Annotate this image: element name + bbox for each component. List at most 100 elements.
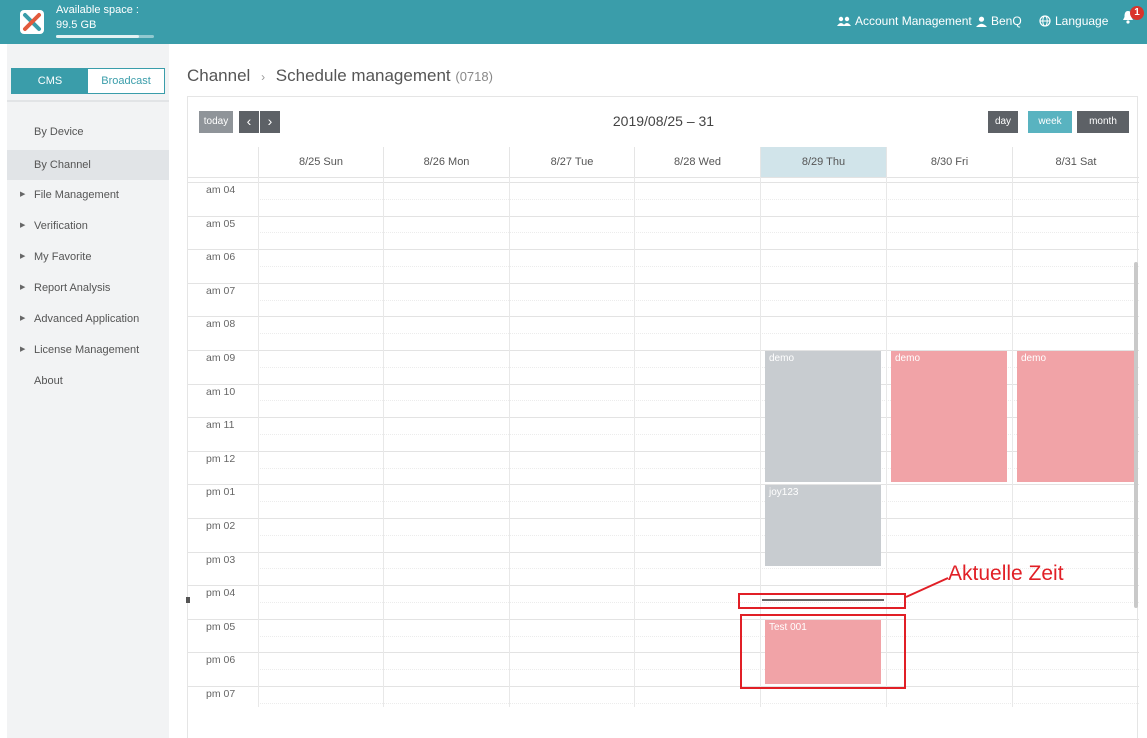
user-icon	[976, 16, 987, 27]
sidebar-item-label: Verification	[34, 220, 88, 232]
calendar-event[interactable]: demo	[1017, 351, 1134, 483]
channel-code: (0718)	[455, 69, 493, 84]
hour-label: pm 12	[206, 452, 236, 465]
half-hour-line	[258, 198, 1139, 200]
caret-right-icon: ▶	[20, 253, 26, 260]
hour-line	[188, 518, 1139, 519]
day-column-line	[1012, 177, 1013, 707]
hour-label: am 08	[206, 318, 236, 331]
hour-label: am 05	[206, 217, 236, 230]
space-usage-bar	[56, 35, 154, 38]
day-header: 8/26 Mon	[383, 147, 509, 177]
hour-label: pm 05	[206, 620, 236, 633]
half-hour-line	[258, 333, 1139, 335]
grid-line	[188, 177, 1139, 178]
hour-label: pm 06	[206, 654, 236, 667]
calendar-event[interactable]: demo	[891, 351, 1007, 483]
day-column-line	[509, 177, 510, 707]
top-bar: Available space : 99.5 GB Account Manage…	[0, 0, 1147, 44]
caret-right-icon: ▶	[20, 315, 26, 322]
calendar: today ‹ › 2019/08/25 – 31 day week month…	[187, 96, 1139, 738]
hour-line	[188, 215, 1139, 217]
sidebar-item-label: My Favorite	[34, 251, 92, 263]
half-hour-line	[258, 669, 1139, 671]
hour-label: pm 07	[206, 688, 236, 700]
user-menu[interactable]: BenQ	[976, 14, 1022, 28]
sidebar-item-by-channel[interactable]: By Channel	[7, 150, 169, 180]
half-hour-line	[258, 299, 1139, 301]
hour-label: pm 04	[206, 587, 236, 600]
account-management-label: Account Management	[855, 14, 972, 28]
sidebar-item-by-device[interactable]: By Device	[7, 117, 169, 147]
day-header: 8/25 Sun	[258, 147, 383, 177]
sidebar: CMS Broadcast By Device By Channel ▶ Fil…	[7, 44, 169, 738]
half-hour-line	[258, 232, 1139, 234]
language-label: Language	[1055, 14, 1109, 28]
hour-line	[188, 618, 1139, 620]
scroll-position-marker	[186, 597, 190, 603]
hour-label: pm 01	[206, 486, 236, 499]
sidebar-item-advanced-application[interactable]: ▶ Advanced Application	[7, 304, 169, 334]
day-header: 8/30 Fri	[886, 147, 1012, 177]
view-week-button[interactable]: week	[1028, 111, 1072, 133]
hour-label: am 04	[206, 184, 236, 196]
day-header: 8/28 Wed	[634, 147, 760, 177]
week-grid: 8/25 Sun 8/26 Mon 8/27 Tue 8/28 Wed 8/29 Thu…	[188, 147, 1147, 707]
caret-right-icon: ▶	[20, 191, 26, 198]
breadcrumb-parent[interactable]: Channel	[187, 66, 250, 85]
space-usage-fill	[56, 35, 140, 38]
calendar-event[interactable]: demo	[765, 351, 881, 483]
hour-line	[188, 551, 1139, 553]
sidebar-tabs: CMS Broadcast	[11, 68, 165, 94]
sidebar-item-verification[interactable]: ▶ Verification	[7, 211, 169, 241]
account-management-link[interactable]: Account Management	[837, 14, 972, 28]
day-header: 8/27 Tue	[509, 147, 634, 177]
view-month-button[interactable]: month	[1077, 111, 1129, 133]
day-column-line	[634, 177, 635, 707]
view-day-button[interactable]: day	[988, 111, 1018, 133]
caret-right-icon: ▶	[20, 284, 26, 291]
sidebar-item-report-analysis[interactable]: ▶ Report Analysis	[7, 273, 169, 303]
hour-line	[188, 316, 1139, 318]
sidebar-item-label: By Device	[34, 126, 84, 138]
hour-line	[188, 686, 1139, 687]
half-hour-line	[258, 266, 1139, 267]
language-menu[interactable]: Language	[1039, 14, 1108, 28]
sidebar-item-label: Advanced Application	[34, 313, 140, 325]
page-title: Schedule management	[275, 66, 451, 85]
half-hour-line	[258, 635, 1139, 637]
half-hour-line	[258, 602, 1139, 603]
user-name: BenQ	[991, 14, 1022, 28]
sidebar-item-label: File Management	[34, 189, 119, 201]
notification-badge: 1	[1130, 6, 1144, 20]
calendar-event[interactable]: joy123	[765, 485, 881, 567]
vertical-scrollbar[interactable]	[1134, 262, 1138, 608]
sidebar-item-label: About	[34, 375, 63, 387]
sidebar-divider	[7, 100, 169, 102]
tab-broadcast[interactable]: Broadcast	[88, 69, 164, 93]
hour-label: pm 03	[206, 553, 236, 566]
half-hour-line	[258, 534, 1139, 536]
day-column-line	[258, 177, 259, 707]
app-logo[interactable]	[20, 10, 44, 34]
caret-right-icon: ▶	[20, 346, 26, 353]
users-icon	[837, 16, 851, 26]
hour-line	[188, 652, 1139, 654]
logo-x-icon	[23, 13, 41, 31]
sidebar-item-my-favorite[interactable]: ▶ My Favorite	[7, 242, 169, 272]
sidebar-item-file-management[interactable]: ▶ File Management	[7, 180, 169, 210]
globe-icon	[1039, 15, 1051, 27]
hour-label: am 07	[206, 284, 236, 297]
tab-cms[interactable]: CMS	[12, 69, 88, 93]
sidebar-item-label: License Management	[34, 344, 140, 356]
space-value: 99.5 GB	[56, 19, 97, 31]
space-label: Available space :	[56, 4, 139, 16]
day-header: 8/29 Thu	[760, 147, 886, 177]
sidebar-item-label: Report Analysis	[34, 282, 111, 294]
hour-label: am 11	[206, 419, 235, 432]
sidebar-item-license-management[interactable]: ▶ License Management	[7, 335, 169, 365]
hour-line	[188, 249, 1139, 251]
sidebar-item-about[interactable]: About	[7, 366, 169, 396]
day-column-line	[383, 177, 384, 707]
half-hour-line	[258, 702, 1139, 704]
